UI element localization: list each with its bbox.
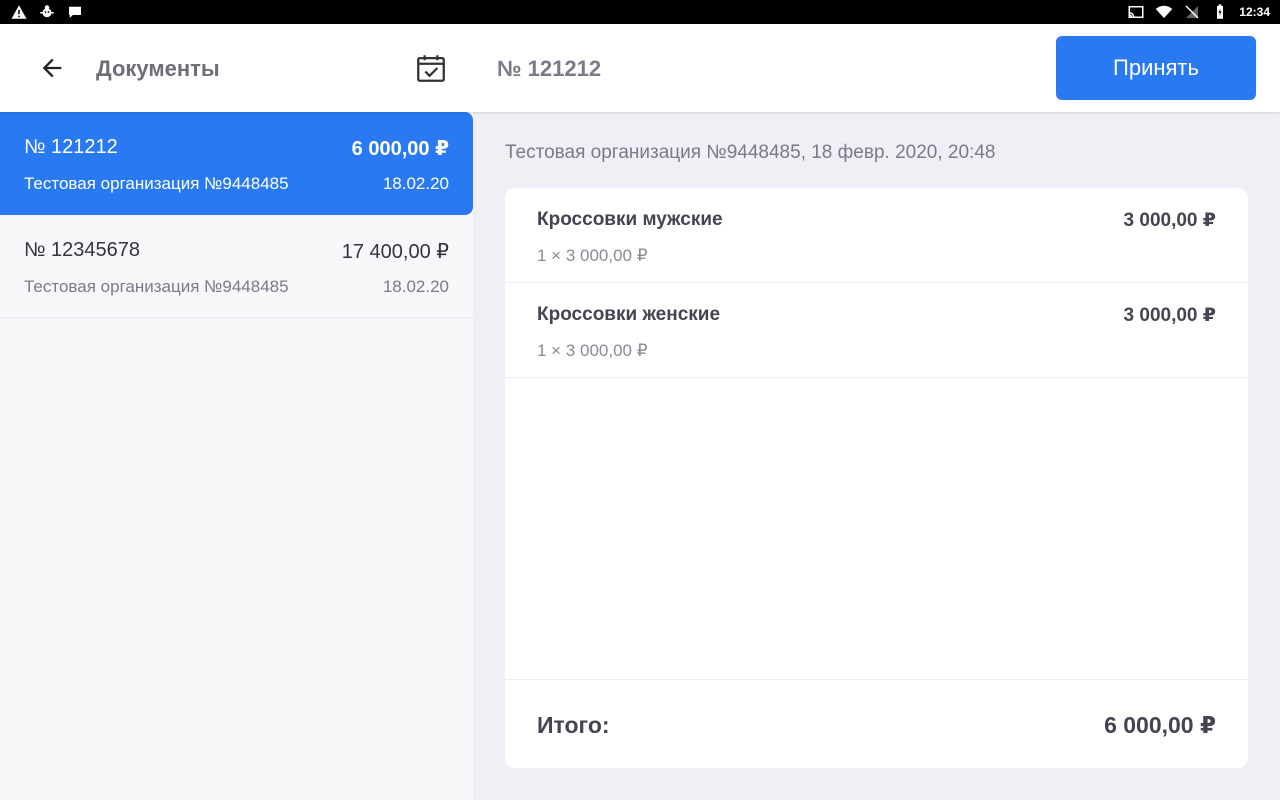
item-quantity-price: 1 × 3 000,00 ₽ (537, 341, 648, 360)
status-bar-notifications (10, 3, 84, 21)
status-bar-system: 12:34 (1127, 3, 1270, 21)
document-subtitle: Тестовая организация №9448485, 18 февр. … (505, 142, 996, 163)
document-list-item[interactable]: № 121212 6 000,00 ₽ Тестовая организация… (0, 112, 473, 215)
document-detail: Тестовая организация №9448485, 18 февр. … (473, 112, 1280, 800)
wifi-icon (1156, 5, 1173, 18)
bug-icon (40, 5, 54, 18)
back-button[interactable] (28, 44, 76, 92)
document-number: № 12345678 (24, 239, 140, 261)
arrow-back-icon (42, 58, 62, 78)
status-bar: 12:34 (0, 0, 1280, 24)
chat-icon (69, 6, 81, 18)
documents-list: № 121212 6 000,00 ₽ Тестовая организация… (0, 112, 473, 800)
app-bar: Документы № 121212 Принять (0, 24, 1280, 112)
document-organization: Тестовая организация №9448485 (24, 174, 289, 193)
page-title: Документы (96, 56, 220, 81)
document-organization: Тестовая организация №9448485 (24, 277, 289, 296)
accept-button[interactable]: Принять (1056, 36, 1256, 100)
signal-off-icon (1185, 5, 1199, 19)
document-list-item[interactable]: № 12345678 17 400,00 ₽ Тестовая организа… (0, 215, 473, 318)
document-amount: 17 400,00 ₽ (341, 241, 449, 263)
cast-icon (1128, 6, 1144, 18)
document-title: № 121212 (497, 56, 602, 81)
line-item: Кроссовки мужские 3 000,00 ₽ 1 × 3 000,0… (505, 188, 1248, 283)
line-item: Кроссовки женские 3 000,00 ₽ 1 × 3 000,0… (505, 283, 1248, 378)
total-label: Итого: (537, 712, 610, 738)
items-card: Кроссовки мужские 3 000,00 ₽ 1 × 3 000,0… (505, 188, 1248, 768)
item-total: 3 000,00 ₽ (1123, 305, 1216, 326)
calendar-filter-button[interactable] (407, 44, 455, 92)
status-time: 12:34 (1239, 5, 1270, 19)
item-total: 3 000,00 ₽ (1123, 210, 1216, 231)
item-name: Кроссовки мужские (537, 209, 723, 230)
item-name: Кроссовки женские (537, 304, 721, 325)
warning-icon (11, 5, 27, 19)
document-date: 18.02.20 (382, 174, 449, 193)
document-amount: 6 000,00 ₽ (351, 138, 449, 160)
document-date: 18.02.20 (382, 277, 449, 296)
total-row: Итого: 6 000,00 ₽ (505, 679, 1248, 768)
battery-charging-icon (1217, 4, 1224, 19)
calendar-check-icon (417, 55, 445, 82)
document-number: № 121212 (24, 136, 118, 158)
total-value: 6 000,00 ₽ (1104, 712, 1216, 738)
item-quantity-price: 1 × 3 000,00 ₽ (537, 246, 648, 265)
